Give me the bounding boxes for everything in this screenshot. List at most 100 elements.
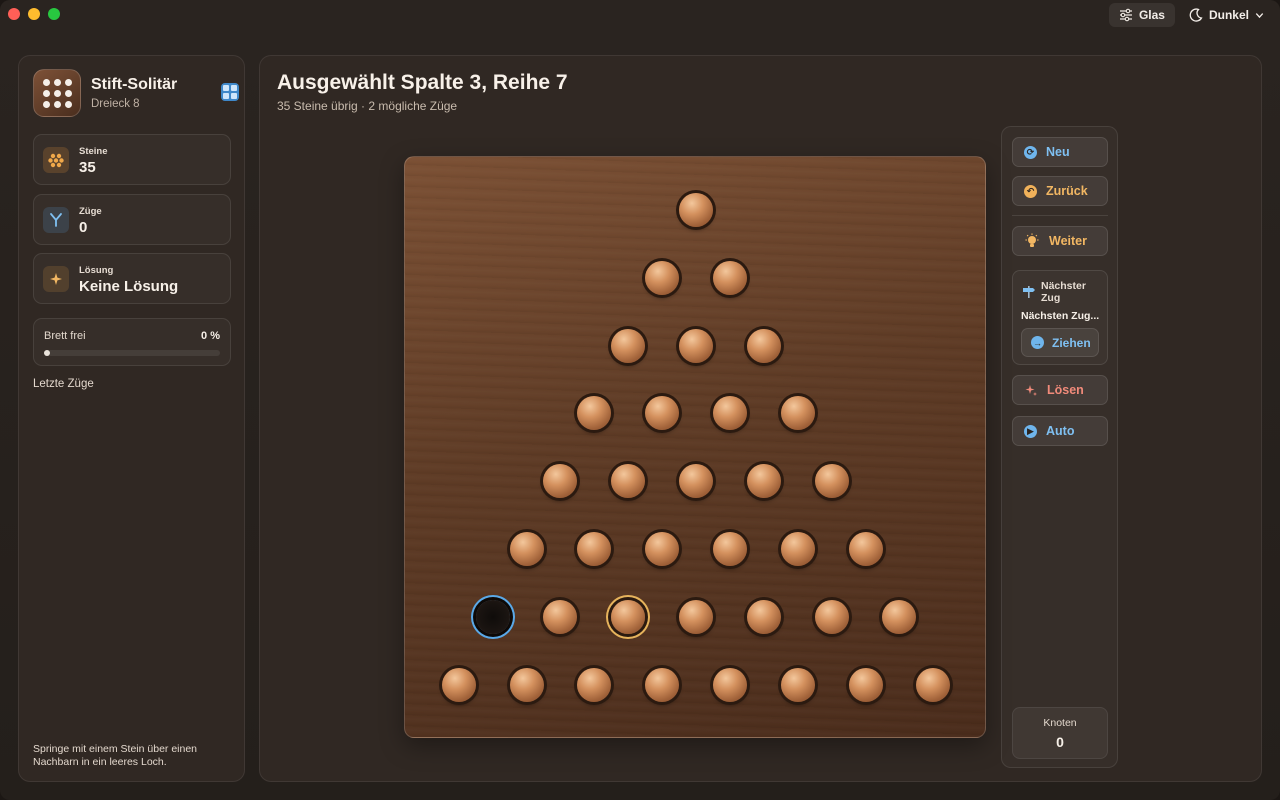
nodes-label: Knoten bbox=[1043, 717, 1077, 729]
sparkles-icon bbox=[1025, 385, 1037, 396]
signpost-icon bbox=[1023, 286, 1035, 298]
chevron-down-icon bbox=[1255, 12, 1264, 18]
stat-solution-label: Lösung bbox=[79, 265, 114, 276]
peg[interactable] bbox=[814, 464, 849, 499]
nodes-value: 0 bbox=[1056, 734, 1064, 750]
peg[interactable] bbox=[814, 599, 849, 634]
app-title: Stift-Solitär bbox=[91, 76, 178, 93]
peg[interactable] bbox=[780, 396, 815, 431]
peg[interactable] bbox=[848, 532, 883, 566]
peg[interactable] bbox=[679, 193, 713, 227]
peg[interactable] bbox=[577, 667, 612, 702]
new-game-label: Neu bbox=[1046, 145, 1070, 159]
nodes-counter: Knoten 0 bbox=[1012, 707, 1108, 759]
undo-button[interactable]: ↶ Zurück bbox=[1012, 176, 1108, 206]
refresh-icon: ⟳ bbox=[1024, 145, 1037, 159]
selected-peg[interactable] bbox=[611, 599, 646, 634]
progress-fill bbox=[44, 350, 50, 356]
pegs-icon bbox=[43, 147, 69, 173]
peg[interactable] bbox=[882, 599, 917, 634]
toolbar-right: Glas Dunkel bbox=[1108, 3, 1274, 27]
board-cleared-progress: Brett frei 0 % bbox=[33, 318, 231, 366]
stat-moves: Züge 0 bbox=[33, 194, 231, 245]
peg[interactable] bbox=[746, 328, 781, 363]
stat-solution-value: Keine Lösung bbox=[79, 278, 179, 295]
peg[interactable] bbox=[611, 464, 646, 499]
peg[interactable] bbox=[712, 260, 747, 295]
peg[interactable] bbox=[746, 599, 781, 634]
peg[interactable] bbox=[848, 667, 883, 702]
peg[interactable] bbox=[645, 667, 680, 702]
apply-move-label: Ziehen bbox=[1052, 335, 1091, 350]
moon-icon bbox=[1189, 8, 1203, 22]
peg[interactable] bbox=[509, 667, 544, 702]
peg[interactable] bbox=[645, 396, 680, 431]
peg[interactable] bbox=[780, 667, 815, 702]
control-panel: ⟳ Neu ↶ Zurück Weiter Nächster Zug Nächs… bbox=[1001, 126, 1118, 768]
progress-track bbox=[44, 350, 220, 356]
zoom-window-button[interactable] bbox=[48, 8, 60, 20]
fork-icon bbox=[43, 207, 69, 233]
main-panel: Ausgewählt Spalte 3, Reihe 7 35 Steine ü… bbox=[259, 55, 1262, 782]
peg[interactable] bbox=[577, 396, 612, 431]
peg[interactable] bbox=[712, 396, 747, 431]
stat-moves-label: Züge bbox=[79, 206, 102, 217]
undo-label: Zurück bbox=[1046, 184, 1088, 198]
peg[interactable] bbox=[509, 532, 544, 566]
empty-hole[interactable] bbox=[475, 599, 510, 634]
peg[interactable] bbox=[441, 667, 476, 702]
layout-grid-icon[interactable] bbox=[221, 83, 239, 101]
peg[interactable] bbox=[679, 599, 713, 634]
minimize-window-button[interactable] bbox=[28, 8, 40, 20]
selection-title: Ausgewählt Spalte 3, Reihe 7 bbox=[277, 71, 568, 94]
stat-moves-value: 0 bbox=[79, 219, 88, 236]
peg[interactable] bbox=[679, 464, 713, 499]
new-game-button[interactable]: ⟳ Neu bbox=[1012, 137, 1108, 167]
app-window: Glas Dunkel Stift-Solitär Dreieck 8 Stei… bbox=[0, 0, 1280, 800]
stat-pegs: Steine 35 bbox=[33, 134, 231, 185]
window-controls bbox=[8, 8, 60, 20]
hint-button[interactable]: Weiter bbox=[1012, 226, 1108, 256]
stat-pegs-label: Steine bbox=[79, 146, 108, 157]
recent-moves-heading: Letzte Züge bbox=[33, 378, 94, 390]
progress-label: Brett frei bbox=[44, 330, 86, 342]
peg[interactable] bbox=[543, 464, 578, 499]
app-header: Stift-Solitär Dreieck 8 bbox=[33, 69, 239, 119]
game-board[interactable] bbox=[404, 156, 986, 738]
solve-label: Lösen bbox=[1047, 383, 1084, 397]
peg[interactable] bbox=[679, 328, 713, 363]
sparkle-icon bbox=[43, 266, 69, 292]
peg[interactable] bbox=[780, 532, 815, 566]
auto-play-label: Auto bbox=[1046, 424, 1075, 438]
next-move-description: Nächsten Zug... bbox=[1021, 310, 1100, 322]
peg[interactable] bbox=[712, 667, 747, 702]
glass-label: Glas bbox=[1138, 8, 1165, 22]
peg[interactable] bbox=[645, 532, 680, 566]
arrow-right-circle-icon: → bbox=[1031, 336, 1044, 349]
stat-solution: Lösung Keine Lösung bbox=[33, 253, 231, 304]
undo-icon: ↶ bbox=[1024, 184, 1037, 198]
auto-play-button[interactable]: ▶ Auto bbox=[1012, 416, 1108, 446]
apply-move-button[interactable]: → Ziehen bbox=[1021, 328, 1099, 357]
close-window-button[interactable] bbox=[8, 8, 20, 20]
control-divider bbox=[1012, 215, 1108, 216]
next-move-card: Nächster Zug Nächsten Zug... → Ziehen bbox=[1012, 270, 1108, 365]
peg[interactable] bbox=[611, 328, 646, 363]
lightbulb-icon bbox=[1025, 233, 1039, 247]
app-icon bbox=[33, 69, 81, 117]
solve-button[interactable]: Lösen bbox=[1012, 375, 1108, 405]
peg[interactable] bbox=[645, 260, 680, 295]
peg[interactable] bbox=[577, 532, 612, 566]
peg[interactable] bbox=[746, 464, 781, 499]
next-move-title: Nächster Zug bbox=[1041, 280, 1086, 304]
peg[interactable] bbox=[916, 667, 951, 702]
board-variant: Dreieck 8 bbox=[91, 98, 140, 110]
peg[interactable] bbox=[543, 599, 578, 634]
play-icon: ▶ bbox=[1024, 424, 1037, 438]
theme-dropdown[interactable]: Dunkel bbox=[1179, 3, 1274, 27]
sliders-icon bbox=[1119, 8, 1132, 22]
peg[interactable] bbox=[712, 532, 747, 566]
theme-label: Dunkel bbox=[1208, 8, 1249, 22]
glass-toggle-button[interactable]: Glas bbox=[1108, 3, 1175, 27]
sidebar: Stift-Solitär Dreieck 8 Steine 35 Züge 0… bbox=[18, 55, 245, 782]
